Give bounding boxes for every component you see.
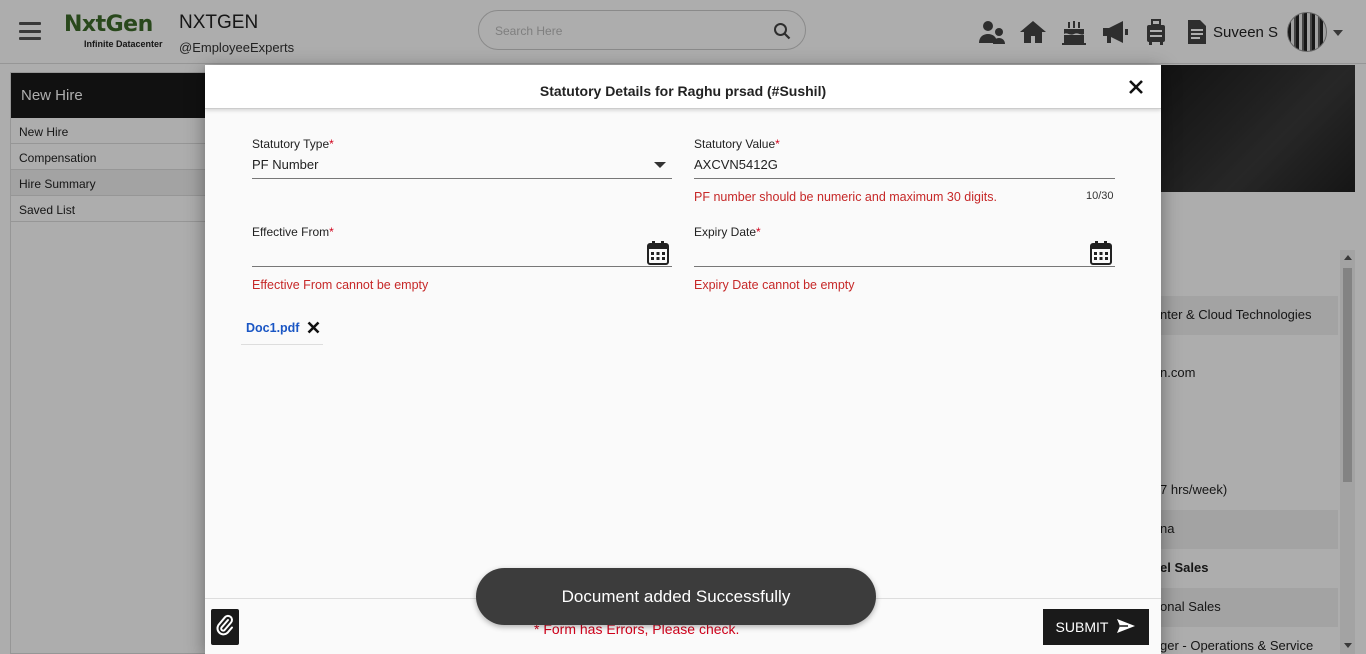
statutory-value-error: PF number should be numeric and maximum … [694,190,997,204]
submit-label: SUBMIT [1055,619,1109,635]
expiry-date-error: Expiry Date cannot be empty [694,278,855,292]
calendar-icon[interactable] [647,241,669,265]
expiry-date-label: Expiry Date* [694,225,761,239]
toast-notification: Document added Successfully [476,568,876,625]
attached-document: Doc1.pdf [241,315,323,345]
dialog-title: Statutory Details for Raghu prsad (#Sush… [539,83,827,99]
remove-document-icon[interactable] [307,321,320,334]
required-mark: * [775,137,780,151]
document-link[interactable]: Doc1.pdf [246,321,299,335]
required-mark: * [329,137,334,151]
calendar-icon[interactable] [1090,241,1112,265]
send-icon [1116,618,1136,637]
dialog-header: Statutory Details for Raghu prsad (#Sush… [205,65,1161,109]
attach-button[interactable] [211,609,239,645]
expiry-date-label-text: Expiry Date [694,225,757,239]
effective-from-label-text: Effective From [252,225,330,239]
statutory-type-label: Statutory Type* [252,137,334,151]
effective-from-error: Effective From cannot be empty [252,278,429,292]
statutory-value-underline [694,178,1115,179]
character-counter: 10/30 [1086,190,1114,202]
statutory-type-label-text: Statutory Type [252,137,330,151]
submit-button[interactable]: SUBMIT [1043,609,1149,645]
required-mark: * [329,225,334,239]
effective-from-label: Effective From* [252,225,334,239]
paperclip-icon [216,614,234,641]
required-mark: * [756,225,761,239]
close-icon[interactable] [1127,78,1145,96]
dropdown-caret-icon[interactable] [654,162,666,168]
expiry-date-underline [694,266,1115,267]
statutory-value-label: Statutory Value* [694,137,780,151]
statutory-value-label-text: Statutory Value [694,137,776,151]
statutory-type-select[interactable]: PF Number [252,157,318,172]
statutory-value-input[interactable]: AXCVN5412G [694,157,778,172]
statutory-details-dialog: Statutory Details for Raghu prsad (#Sush… [205,65,1161,654]
effective-from-underline [252,266,672,267]
statutory-type-underline [252,178,672,179]
